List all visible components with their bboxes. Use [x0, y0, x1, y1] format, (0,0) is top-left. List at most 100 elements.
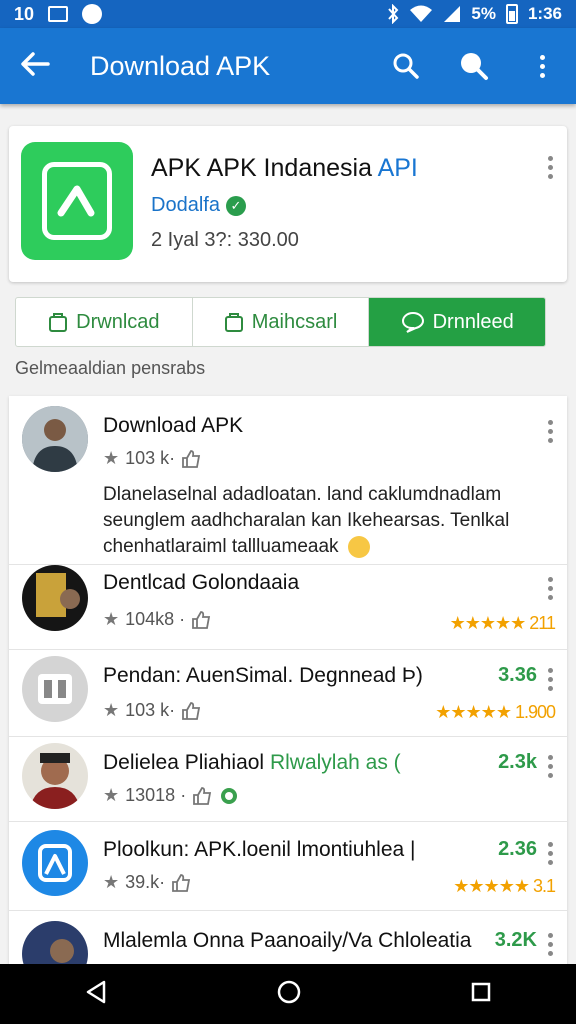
comment-button[interactable]: Drnnleed	[369, 298, 545, 346]
item-rating: ★★★★★ 1.900	[435, 702, 556, 722]
search-button[interactable]	[372, 52, 440, 80]
thumb-icon	[182, 701, 201, 720]
item-download-count: 13018 ·	[125, 785, 187, 805]
comment-button-label: Drnnleed	[432, 310, 514, 333]
thumb-icon	[182, 449, 201, 468]
action-button-group: Drwnlcad Maihcsarl Drnnleed	[15, 297, 546, 347]
item-title: Mlalemla Onna Paanoaily/Va Chloleatia	[103, 929, 472, 952]
item-score: 3.36	[498, 664, 537, 686]
thumb-icon	[172, 873, 191, 892]
system-navigation-bar	[0, 964, 576, 1024]
more-vert-icon	[548, 668, 553, 691]
list-item[interactable]: Dentlcad Golondaaia ★ 104k8 · ★★★★★ 211	[9, 565, 567, 649]
status-notification-count: 10	[14, 3, 35, 24]
item-stats: ★ 13018 ·	[103, 785, 240, 806]
star-icon: ★	[103, 872, 120, 892]
item-stats: ★ 39.k·	[103, 872, 191, 893]
star-icon: ★	[103, 785, 120, 805]
more-vert-icon	[548, 842, 553, 865]
download-button-label: Drwnlcad	[76, 310, 160, 333]
item-description-text: Dlanelaselnal adadloatan. land caklumdna…	[103, 484, 510, 557]
nav-back-button[interactable]	[84, 979, 108, 1010]
download-button[interactable]: Drwnlcad	[16, 298, 193, 346]
search-filled-icon	[461, 53, 488, 80]
item-stats: ★ 103 k·	[103, 700, 201, 721]
item-download-count: 104k8 ·	[125, 609, 186, 629]
item-title-highlight: Rlwalylah as (	[269, 751, 401, 774]
more-vert-icon	[539, 54, 545, 78]
arrow-left-icon	[21, 51, 50, 76]
item-description: Dlanelaselnal adadloatan. land caklumdna…	[103, 482, 543, 560]
item-menu-button[interactable]	[548, 842, 553, 865]
battery-percent: 5%	[471, 4, 496, 23]
item-title: Download APK	[103, 414, 244, 437]
item-title: Pendan: AuenSimal. Degnnead Þ)	[103, 664, 423, 687]
nav-home-button[interactable]	[276, 979, 302, 1010]
item-menu-button[interactable]	[548, 668, 553, 691]
app-list: Download APK ★ 103 k· Dlanelaselnal adad…	[9, 396, 567, 966]
back-button[interactable]	[0, 48, 70, 85]
app-card: APK APK Indanesia API Dodalfa ✓ 2 Iyal 3…	[9, 126, 567, 282]
item-menu-button[interactable]	[548, 755, 553, 778]
triangle-back-icon	[86, 980, 106, 1003]
list-item[interactable]: Download APK ★ 103 k· Dlanelaselnal adad…	[9, 396, 567, 564]
app-bar: Download APK	[0, 28, 576, 104]
verified-icon: ✓	[225, 195, 246, 216]
star-icon: ★	[103, 609, 120, 629]
star-icon: ★	[103, 448, 120, 468]
search-filled-button[interactable]	[440, 51, 508, 81]
item-menu-button[interactable]	[548, 420, 553, 443]
more-vert-icon	[548, 420, 553, 443]
item-stats: ★ 103 k·	[103, 448, 201, 469]
item-title-text: Delielea Pliahiaol	[103, 751, 265, 774]
section-heading: Gelmeaaldian pensrabs	[15, 358, 206, 378]
avatar	[22, 830, 88, 896]
app-card-menu-button[interactable]	[548, 156, 553, 179]
item-title: Delielea Pliahiaol Rlwalylah as (	[103, 751, 401, 775]
signal-icon	[444, 6, 461, 22]
battery-icon	[505, 4, 518, 24]
thumb-icon	[192, 610, 211, 629]
developer-name: Dodalfa	[151, 194, 220, 216]
item-menu-button[interactable]	[548, 577, 553, 600]
bag-icon	[49, 313, 68, 332]
avatar	[22, 921, 88, 966]
bag-icon	[224, 313, 243, 332]
item-score: 3.2K	[494, 929, 537, 951]
image-notification-icon	[48, 6, 69, 22]
nav-recents-button[interactable]	[470, 981, 492, 1008]
maintain-button[interactable]: Maihcsarl	[193, 298, 370, 346]
more-vert-icon	[548, 755, 553, 778]
list-item[interactable]: Delielea Pliahiaol Rlwalylah as ( ★ 1301…	[9, 737, 567, 821]
item-title: Dentlcad Golondaaia	[103, 571, 300, 594]
item-rating: ★★★★★ 211	[449, 613, 556, 633]
avatar	[22, 565, 88, 631]
app-notification-icon	[82, 4, 103, 24]
more-vert-icon	[548, 577, 553, 600]
list-item[interactable]: Pendan: AuenSimal. Degnnead Þ) ★ 103 k· …	[9, 650, 567, 736]
chat-icon	[401, 311, 424, 333]
item-download-count: 39.k·	[125, 872, 166, 892]
app-bar-title: Download APK	[90, 50, 271, 81]
item-menu-button[interactable]	[548, 933, 553, 956]
app-developer[interactable]: Dodalfa ✓	[151, 194, 246, 217]
app-meta: 2 Iyal 3?: 330.00	[151, 229, 299, 251]
more-vert-icon	[548, 156, 553, 179]
square-recents-icon	[471, 982, 491, 1001]
thumb-icon	[193, 786, 212, 805]
status-bar: 10 5% 1:36	[0, 0, 576, 28]
list-item[interactable]: Ploolkun: APK.loenil lmontiuhlea | ★ 39.…	[9, 822, 567, 910]
overflow-menu-button[interactable]	[508, 54, 576, 78]
app-logo	[21, 142, 133, 260]
item-score: 2.36	[498, 838, 537, 860]
list-item[interactable]: Mlalemla Onna Paanoaily/Va Chloleatia 3.…	[9, 911, 567, 966]
star-icon: ★	[103, 700, 120, 720]
item-stats: ★ 104k8 ·	[103, 609, 211, 630]
apk-logo-icon	[42, 162, 112, 240]
status-time: 1:36	[527, 4, 562, 23]
item-title: Ploolkun: APK.loenil lmontiuhlea |	[103, 838, 416, 861]
circle-home-icon	[277, 980, 301, 1003]
avatar	[22, 406, 88, 472]
bluetooth-icon	[388, 4, 399, 24]
app-name-text: APK APK Indanesia	[151, 154, 372, 182]
